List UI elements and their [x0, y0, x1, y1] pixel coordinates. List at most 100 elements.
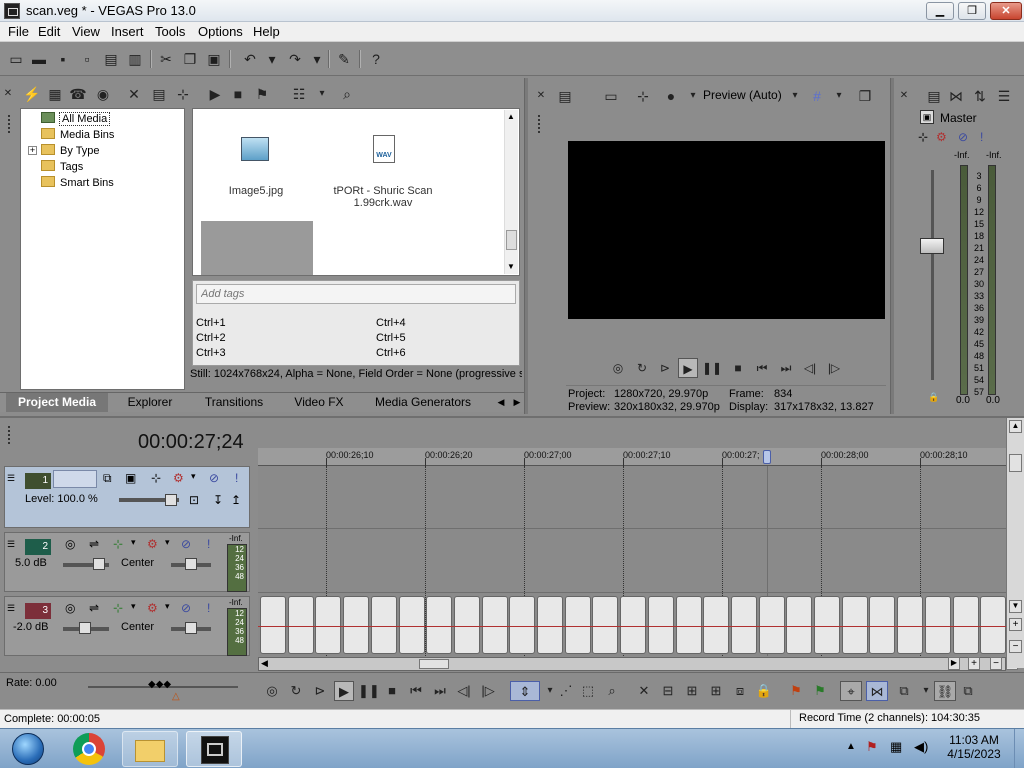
search-icon[interactable]: ⌕: [337, 84, 357, 104]
invert-phase-icon[interactable]: ⇌: [89, 601, 99, 615]
tag-shortcut-4[interactable]: Ctrl+4: [376, 317, 406, 329]
audio-event-clip[interactable]: [287, 596, 314, 654]
video-preview-screen[interactable]: [568, 141, 885, 319]
get-media-icon[interactable]: ◉: [93, 84, 113, 104]
go-to-end-icon[interactable]: ⏭: [776, 358, 796, 378]
taskbar-vegas[interactable]: [186, 731, 242, 767]
loop-icon[interactable]: ↻: [632, 358, 652, 378]
track-solo-icon[interactable]: !: [207, 537, 210, 551]
track-fx-dropdown-icon[interactable]: ▾: [165, 537, 170, 548]
tab-transitions[interactable]: Transitions: [192, 393, 276, 412]
track-fx-dropdown-icon[interactable]: ▾: [191, 471, 196, 482]
menu-insert[interactable]: Insert: [111, 24, 144, 39]
audio-event-clip[interactable]: [398, 596, 425, 654]
minimize-button[interactable]: ▁: [926, 2, 954, 20]
master-fx-gear-icon[interactable]: ⚙: [936, 130, 947, 144]
track-minimize-icon[interactable]: ☰: [7, 539, 21, 551]
audio-event-clip[interactable]: [786, 596, 813, 654]
bypass-motion-blur-icon[interactable]: ⊡: [189, 493, 199, 507]
properties-icon[interactable]: ▥: [125, 49, 145, 69]
media-fx-icon[interactable]: ▤: [149, 84, 169, 104]
play-icon[interactable]: ▶: [334, 681, 354, 701]
dim-output-icon[interactable]: ⇅: [970, 86, 990, 106]
quality-dropdown-icon[interactable]: ▾: [785, 86, 805, 106]
automation-dropdown-icon[interactable]: ▾: [131, 601, 136, 612]
whats-this-help-icon[interactable]: ?: [366, 49, 386, 69]
level-fader-knob[interactable]: [165, 494, 177, 506]
audio-event-clip[interactable]: [647, 596, 674, 654]
collapse-track-icon[interactable]: ↥: [231, 493, 241, 507]
vegas-app-icon[interactable]: [4, 3, 20, 19]
media-list-scrollbar[interactable]: ▲ ▼: [504, 110, 518, 274]
preview-quality-select[interactable]: Preview (Auto): [703, 88, 782, 102]
tag-shortcut-6[interactable]: Ctrl+6: [376, 347, 406, 359]
image-file-icon[interactable]: [241, 137, 269, 161]
redo-dropdown-icon[interactable]: ▾: [307, 49, 327, 69]
video-track-header[interactable]: ☰ 1 ⧉ ▣ ⊹ ⚙ ▾ ⊘ ! Level: 100.0 % ⊡ ↧ ↥: [4, 466, 250, 528]
arm-record-icon[interactable]: ◎: [65, 537, 75, 551]
new-project-icon[interactable]: ▭: [6, 49, 26, 69]
fx-dropdown-icon[interactable]: ▾: [683, 86, 703, 106]
tab-media-generators[interactable]: Media Generators: [362, 393, 484, 412]
menu-tools[interactable]: Tools: [155, 24, 185, 39]
audio-event-clip[interactable]: [481, 596, 508, 654]
track-mute-icon[interactable]: ⊘: [181, 601, 191, 615]
go-to-start-icon[interactable]: ⏮: [752, 358, 772, 378]
master-bus-icon[interactable]: ▣: [920, 110, 934, 124]
network-icon[interactable]: ▦: [890, 739, 902, 755]
show-desktop-button[interactable]: [1014, 729, 1024, 768]
vscroll-up-icon[interactable]: ▲: [1009, 420, 1022, 433]
normal-edit-tool-icon[interactable]: ⇕: [510, 681, 540, 701]
zoom-in-icon[interactable]: +: [968, 657, 980, 670]
delete-icon[interactable]: ✕: [634, 681, 654, 701]
import-media-icon[interactable]: ⚡: [22, 84, 42, 104]
automation-icon[interactable]: ⊹: [113, 537, 123, 551]
menu-file[interactable]: File: [8, 24, 29, 39]
play-from-start-icon[interactable]: ⊳: [310, 681, 330, 701]
pause-icon[interactable]: ❚❚: [702, 358, 722, 378]
pan-slider-knob[interactable]: [185, 622, 197, 634]
track-motion-icon[interactable]: ⊹: [151, 471, 161, 485]
ignore-grouping-icon[interactable]: ⧉: [958, 681, 978, 701]
trim-icon[interactable]: ⊟: [658, 681, 678, 701]
stop-icon[interactable]: ■: [728, 358, 748, 378]
mixer-properties-icon[interactable]: ▤: [924, 86, 944, 106]
trim-end-icon[interactable]: ⊞: [706, 681, 726, 701]
remove-media-icon[interactable]: ✕: [124, 84, 144, 104]
lock-events-icon[interactable]: 🔒: [754, 681, 774, 701]
timeline-vertical-scrollbar[interactable]: ▲ ▼ + −: [1006, 418, 1024, 668]
scroll-left-icon[interactable]: ◀: [261, 658, 268, 669]
tabs-scroll-left-icon[interactable]: ◀: [494, 393, 508, 412]
audio-event-clip[interactable]: [869, 596, 896, 654]
split-icon[interactable]: ⧈: [730, 681, 750, 701]
audio-event-clip[interactable]: [370, 596, 397, 654]
audio-event-clip[interactable]: [620, 596, 647, 654]
menu-edit[interactable]: Edit: [38, 24, 60, 39]
audio-event-clip[interactable]: [814, 596, 840, 654]
pause-icon[interactable]: ❚❚: [358, 681, 380, 701]
overlays-icon[interactable]: #: [807, 86, 827, 106]
panel-menu-icon[interactable]: ✕: [2, 84, 14, 104]
play-from-start-icon[interactable]: ⊳: [655, 358, 675, 378]
action-center-icon[interactable]: ⚑: [866, 739, 878, 755]
lock-envelopes-icon[interactable]: ⛓: [934, 681, 956, 701]
scroll-up-icon[interactable]: ▲: [507, 112, 515, 121]
arm-record-icon[interactable]: ◎: [65, 601, 75, 615]
tab-video-fx[interactable]: Video FX: [278, 393, 360, 412]
track-fx-icon[interactable]: ⚙: [147, 537, 158, 551]
tabs-scroll-right-icon[interactable]: ▶: [510, 393, 524, 412]
wav-file-icon[interactable]: WAV: [373, 135, 395, 163]
preview-panel-menu-icon[interactable]: ✕: [535, 86, 547, 106]
auto-crossfade-icon[interactable]: ⋈: [866, 681, 888, 701]
make-compositing-child-icon[interactable]: ▣: [125, 471, 136, 485]
invert-phase-icon[interactable]: ⇌: [89, 537, 99, 551]
audio-event-clip[interactable]: [343, 596, 370, 654]
loop-playback-icon[interactable]: ↻: [286, 681, 306, 701]
master-panel-menu-icon[interactable]: ✕: [898, 86, 910, 106]
edit-tool-icon[interactable]: ✎: [334, 49, 354, 69]
rate-slider-knob[interactable]: ◆◆◆: [148, 679, 171, 690]
copy-icon[interactable]: ❐: [180, 49, 200, 69]
track-mute-icon[interactable]: ⊘: [181, 537, 191, 551]
ripple-dropdown-icon[interactable]: ▾: [916, 681, 936, 701]
playhead-marker[interactable]: [763, 450, 771, 464]
